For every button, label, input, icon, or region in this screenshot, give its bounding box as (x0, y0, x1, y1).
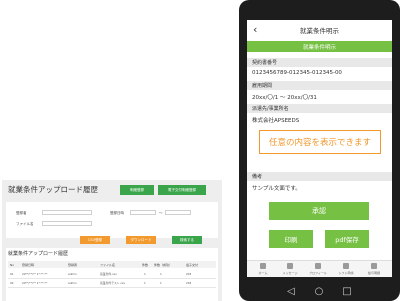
table-cell: 20**/**/** 1*:**:** (22, 272, 48, 276)
table-cell: admin (68, 281, 77, 285)
column-header: 件数（成功） (154, 263, 173, 267)
column-header: No (10, 263, 15, 267)
profile-icon (315, 263, 321, 269)
search-button[interactable]: 検索する (172, 236, 202, 244)
contract-number-value: 0123456789-012345-012345-00 (252, 70, 342, 76)
tab-shift-request[interactable]: シフト申請 (334, 263, 358, 277)
row-divider (8, 287, 216, 288)
message-icon (287, 263, 293, 269)
upload-history-panel: 就業条件アップロード履歴 明細登録 電子交付明細登録 登録者 登録日時 〜 ファ… (2, 180, 222, 301)
registrant-input[interactable] (42, 210, 92, 215)
table-cell: 1 (160, 281, 162, 285)
calendar-icon (343, 263, 349, 269)
tab-label: メッセージ (282, 271, 298, 275)
tab-home[interactable]: ホーム (251, 263, 275, 277)
tab-profile[interactable]: プロフィール (306, 263, 330, 277)
android-nav-bar: ◁ ○ □ (239, 281, 400, 301)
history-section-title: 就業条件アップロード履歴 (8, 251, 69, 257)
employment-period-label: 雇用期間 (247, 81, 392, 90)
column-header: 電子交付 (186, 263, 199, 267)
contract-number-label: 契約書番号 (247, 58, 392, 67)
free-text-callout: 任意の内容を表示できます (259, 130, 381, 154)
tab-label: プロフィール (309, 271, 327, 275)
page-title: 就業条件アップロード履歴 (8, 185, 98, 194)
download-button[interactable]: ダウンロード (126, 236, 156, 244)
table-cell: 就業条件テスト.csv (100, 281, 126, 285)
column-header: ファイル名 (100, 263, 116, 267)
file-name-label: ファイル名 (16, 222, 34, 226)
nav-back-icon[interactable]: ◁ (285, 285, 297, 297)
table-cell: 就業条件.csv (100, 272, 117, 276)
table-cell: 203 (186, 281, 192, 285)
header-title: 就業条件明示 (300, 27, 339, 35)
phone-frame: ‹ 就業条件明示 就業条件明示 契約書番号 0123456789-012345-… (239, 0, 400, 301)
registrant-label: 登録者 (16, 211, 27, 215)
register-details-button[interactable]: 明細登録 (120, 185, 154, 195)
tab-messages[interactable]: メッセージ (278, 263, 302, 277)
tab-label: 給与明細 (367, 271, 380, 275)
tab-bar: ホーム メッセージ プロフィール シフト申請 給与明細 (247, 260, 392, 277)
search-form (6, 202, 218, 238)
dispatch-office-value: 株式会社APSEEDS (252, 118, 300, 124)
table-cell: 02 (10, 281, 14, 285)
table-cell: 01 (10, 272, 14, 276)
nav-recents-icon[interactable]: □ (341, 285, 353, 297)
table-cell: admin (68, 272, 77, 276)
column-header: 登録日時 (22, 263, 35, 267)
table-cell: 1 (160, 272, 162, 276)
section-banner: 就業条件明示 (247, 41, 392, 52)
date-to-input[interactable] (165, 210, 191, 215)
date-separator: 〜 (159, 211, 163, 215)
table-cell: 203 (186, 272, 192, 276)
print-button[interactable]: 印刷 (269, 230, 313, 248)
tab-label: ホーム (258, 271, 268, 275)
file-name-input[interactable] (42, 221, 92, 226)
tab-payslip[interactable]: 給与明細 (362, 263, 386, 277)
column-header: 登録者 (68, 263, 78, 267)
date-from-input[interactable] (130, 210, 156, 215)
table-cell: 1 (144, 272, 146, 276)
home-icon (260, 263, 266, 269)
remarks-value: サンプル文面です。 (252, 186, 301, 192)
pdf-save-button[interactable]: pdf保存 (325, 230, 369, 248)
employment-period-value: 20xx/〇/1 〜 20xx/〇/31 (252, 95, 317, 101)
tab-label: シフト申請 (338, 271, 354, 275)
table-cell: 20**/**/** 1*:**:** (22, 281, 48, 285)
row-divider (8, 278, 216, 279)
approve-button[interactable]: 承認 (269, 202, 369, 220)
app-header: ‹ 就業条件明示 (247, 20, 392, 40)
register-electronic-details-button[interactable]: 電子交付明細登録 (158, 185, 206, 195)
remarks-label: 備考 (247, 172, 392, 181)
csv-register-button[interactable]: CSV登録 (80, 236, 110, 244)
registered-date-label: 登録日時 (110, 211, 124, 215)
phone-screen: ‹ 就業条件明示 就業条件明示 契約書番号 0123456789-012345-… (247, 20, 392, 277)
dispatch-office-label: 派遣先/事業所名 (247, 104, 392, 113)
nav-home-icon[interactable]: ○ (313, 285, 325, 297)
column-header: 件数 (142, 263, 149, 267)
payslip-icon (371, 263, 377, 269)
table-cell: 1 (144, 281, 146, 285)
